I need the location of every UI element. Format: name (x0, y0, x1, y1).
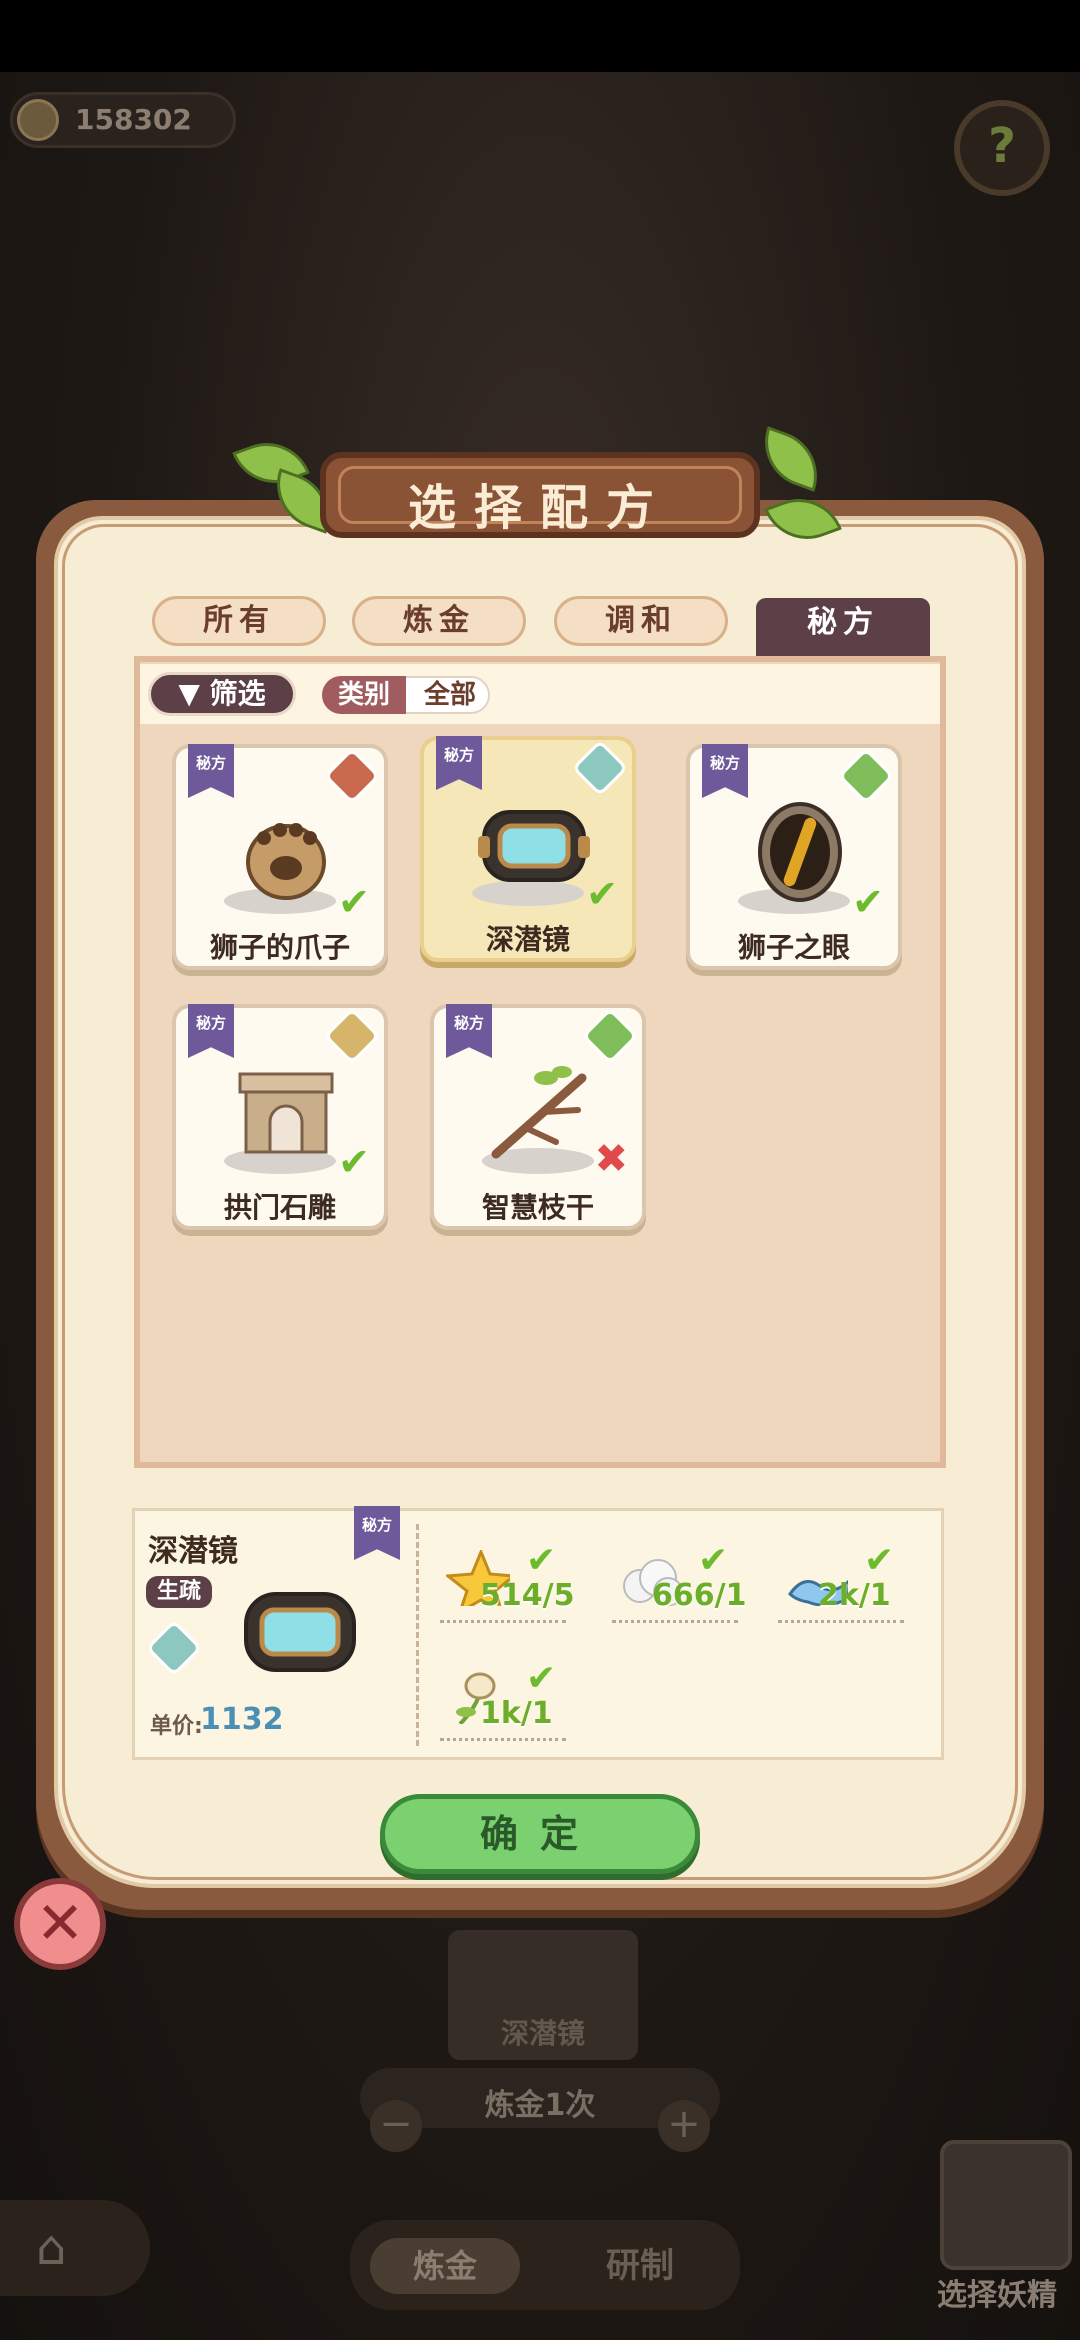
lion-paw-icon (246, 823, 326, 900)
secret-recipe-ribbon: 秘方 (436, 736, 482, 790)
recipe-card-lion-eye[interactable]: 秘方 ✔ 狮子之眼 (686, 744, 902, 970)
element-badge-icon (323, 747, 381, 805)
background-card-label: 深潜镜 (500, 2017, 585, 2050)
check-icon: ✔ (526, 1658, 557, 1699)
element-badge-icon (837, 747, 895, 805)
filter-button-label: 筛选 (209, 677, 266, 710)
detail-divider (416, 1524, 419, 1746)
recipe-name: 狮子之眼 (737, 931, 850, 964)
category-value[interactable]: 全部 (412, 676, 488, 714)
recipe-card-wisdom-branch[interactable]: 秘方 ✖ 智慧枝干 (430, 1004, 646, 1230)
recipe-name: 拱门石雕 (223, 1191, 336, 1224)
dialog-title: 选择配方 (407, 480, 672, 536)
recipe-card-arch-carving[interactable]: 秘方 ✔ 拱门石雕 (172, 1004, 388, 1230)
recipe-name: 智慧枝干 (481, 1191, 594, 1224)
dialog-title-banner: 选择配方 (320, 452, 760, 538)
tab-alchemy[interactable]: 炼金 (352, 596, 526, 646)
background-minus-icon: − (370, 2100, 422, 2152)
recipe-name: 深潜镜 (485, 923, 570, 956)
lion-eye-icon (758, 802, 842, 902)
help-button[interactable]: ? (954, 100, 1050, 196)
check-icon: ✔ (698, 1540, 729, 1581)
secret-recipe-ribbon: 秘方 (702, 744, 748, 798)
tab-secret-recipe[interactable]: 秘方 (756, 598, 930, 658)
close-button[interactable]: ✕ (14, 1878, 106, 1970)
confirm-button[interactable]: 确定 (380, 1794, 700, 1874)
check-icon: ✔ (338, 1140, 370, 1184)
material-amount: 514/5 (480, 1578, 575, 1613)
proficiency-badge: 生疏 (146, 1576, 212, 1608)
home-icon: ⌂ (36, 2220, 67, 2276)
check-icon: ✔ (338, 880, 370, 924)
check-icon: ✔ (586, 872, 618, 916)
check-icon: ✔ (526, 1540, 557, 1581)
diving-goggles-icon (478, 810, 590, 882)
filter-icon: ▼ (178, 677, 200, 710)
top-bar (0, 0, 1080, 72)
secret-recipe-ribbon: 秘方 (188, 744, 234, 798)
filter-button[interactable]: ▼ 筛选 (148, 672, 296, 716)
recipe-card-diving-goggles[interactable]: 秘方 ✔ 深潜镜 (420, 736, 636, 962)
secret-recipe-ribbon: 秘方 (188, 1004, 234, 1058)
material-star: ✔ 514/5 (440, 1540, 590, 1632)
unit-price-label: 单价: (150, 1714, 203, 1739)
check-icon: ✔ (864, 1540, 895, 1581)
detail-recipe-name: 深潜镜 (148, 1534, 238, 1569)
material-flower: ✔ 1k/1 (440, 1658, 590, 1750)
diving-goggles-icon (244, 1592, 356, 1672)
select-fairy-portrait (940, 2140, 1072, 2270)
coin-display: 158302 (10, 92, 236, 148)
recipe-name: 狮子的爪子 (209, 931, 350, 964)
select-fairy-label: 选择妖精 (937, 2278, 1057, 2313)
home-button: ⌂ (0, 2200, 150, 2296)
tab-all[interactable]: 所有 (152, 596, 326, 646)
stone-arch-icon (238, 1072, 334, 1154)
background-recipe-card: 深潜镜 (448, 1930, 638, 2060)
material-amount: 666/1 (652, 1578, 747, 1613)
recipe-card-lion-paw[interactable]: 秘方 ✔ 狮子的爪子 (172, 744, 388, 970)
material-water: ✔ 2k/1 (778, 1540, 928, 1632)
secret-recipe-ribbon: 秘方 (446, 1004, 492, 1058)
coin-value: 158302 (75, 103, 192, 136)
element-badge-icon (323, 1007, 381, 1065)
tab-blend[interactable]: 调和 (554, 596, 728, 646)
unit-price-value: 1132 (200, 1702, 284, 1737)
background-plus-icon: + (658, 2100, 710, 2152)
wisdom-branch-icon (491, 1066, 587, 1159)
question-icon: ? (988, 118, 1016, 174)
coin-icon (17, 99, 59, 141)
material-cotton: ✔ 666/1 (612, 1540, 762, 1632)
background-tab-alchemy: 炼金 (370, 2238, 520, 2294)
check-icon: ✔ (852, 880, 884, 924)
cross-icon: ✖ (594, 1136, 628, 1182)
element-badge-icon (581, 1007, 639, 1065)
material-amount: 1k/1 (480, 1696, 553, 1731)
background-tab-research: 研制 (606, 2246, 674, 2286)
material-amount: 2k/1 (818, 1578, 891, 1613)
element-badge-icon (571, 739, 629, 797)
category-label: 类别 (322, 676, 406, 714)
